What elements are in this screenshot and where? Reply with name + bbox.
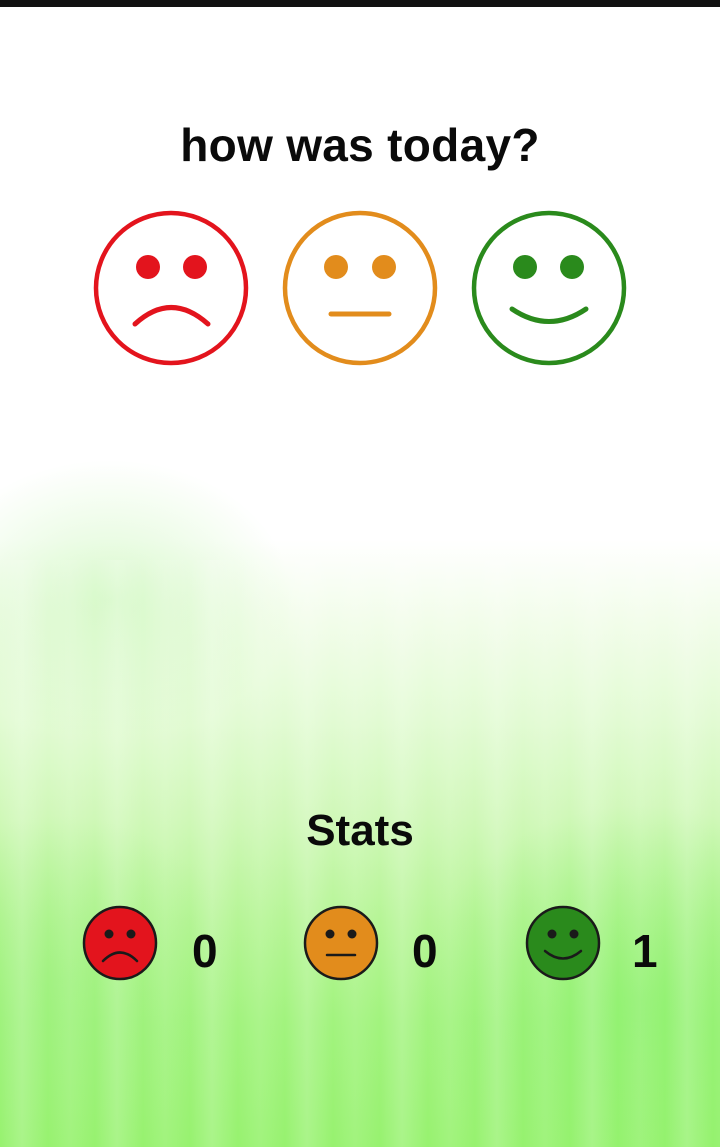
stat-neutral-icon	[302, 904, 380, 982]
stat-neutral-count: 0	[412, 925, 438, 977]
mood-neutral-button[interactable]	[281, 209, 439, 367]
page-title: how was today?	[180, 119, 540, 171]
stats-title: Stats	[306, 806, 414, 855]
mood-happy-button[interactable]	[470, 209, 628, 367]
neutral-face-icon	[282, 210, 438, 366]
stat-sad-icon	[81, 904, 159, 982]
sad-face-icon	[93, 210, 249, 366]
status-bar-edge	[0, 0, 720, 7]
happy-face-icon	[471, 210, 627, 366]
stat-happy-count: 1	[632, 925, 658, 977]
stat-sad-count: 0	[192, 925, 218, 977]
mood-sad-button[interactable]	[92, 209, 250, 367]
stat-happy-icon	[524, 904, 602, 982]
